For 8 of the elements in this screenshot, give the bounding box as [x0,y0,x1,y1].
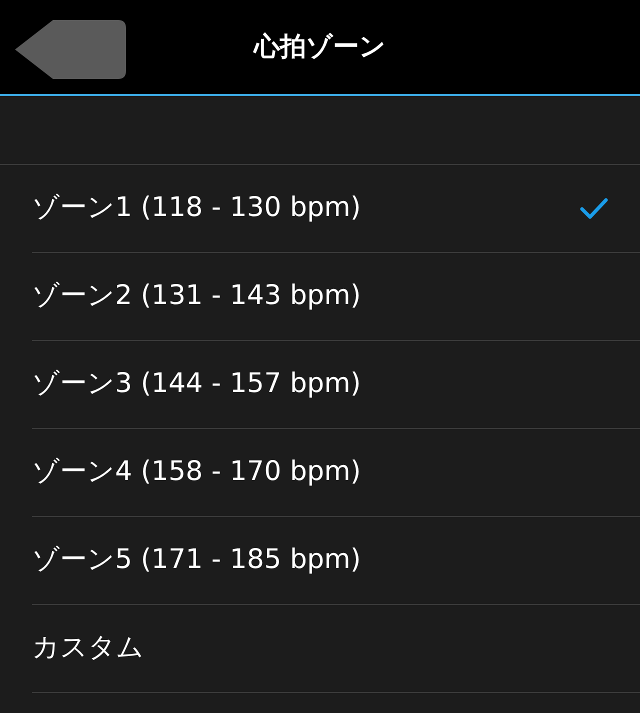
list-item[interactable]: ゾーン1 (118 - 130 bpm) [32,165,640,253]
list-item[interactable]: カスタム [32,605,640,693]
back-button[interactable] [15,20,126,79]
list-item[interactable]: ゾーン5 (171 - 185 bpm) [32,517,640,605]
list-item[interactable]: ゾーン3 (144 - 157 bpm) [32,341,640,429]
screen-title: 心拍ゾーン [254,30,386,64]
list-item[interactable]: ゾーン2 (131 - 143 bpm) [32,253,640,341]
list-item[interactable]: ゾーン4 (158 - 170 bpm) [32,429,640,517]
